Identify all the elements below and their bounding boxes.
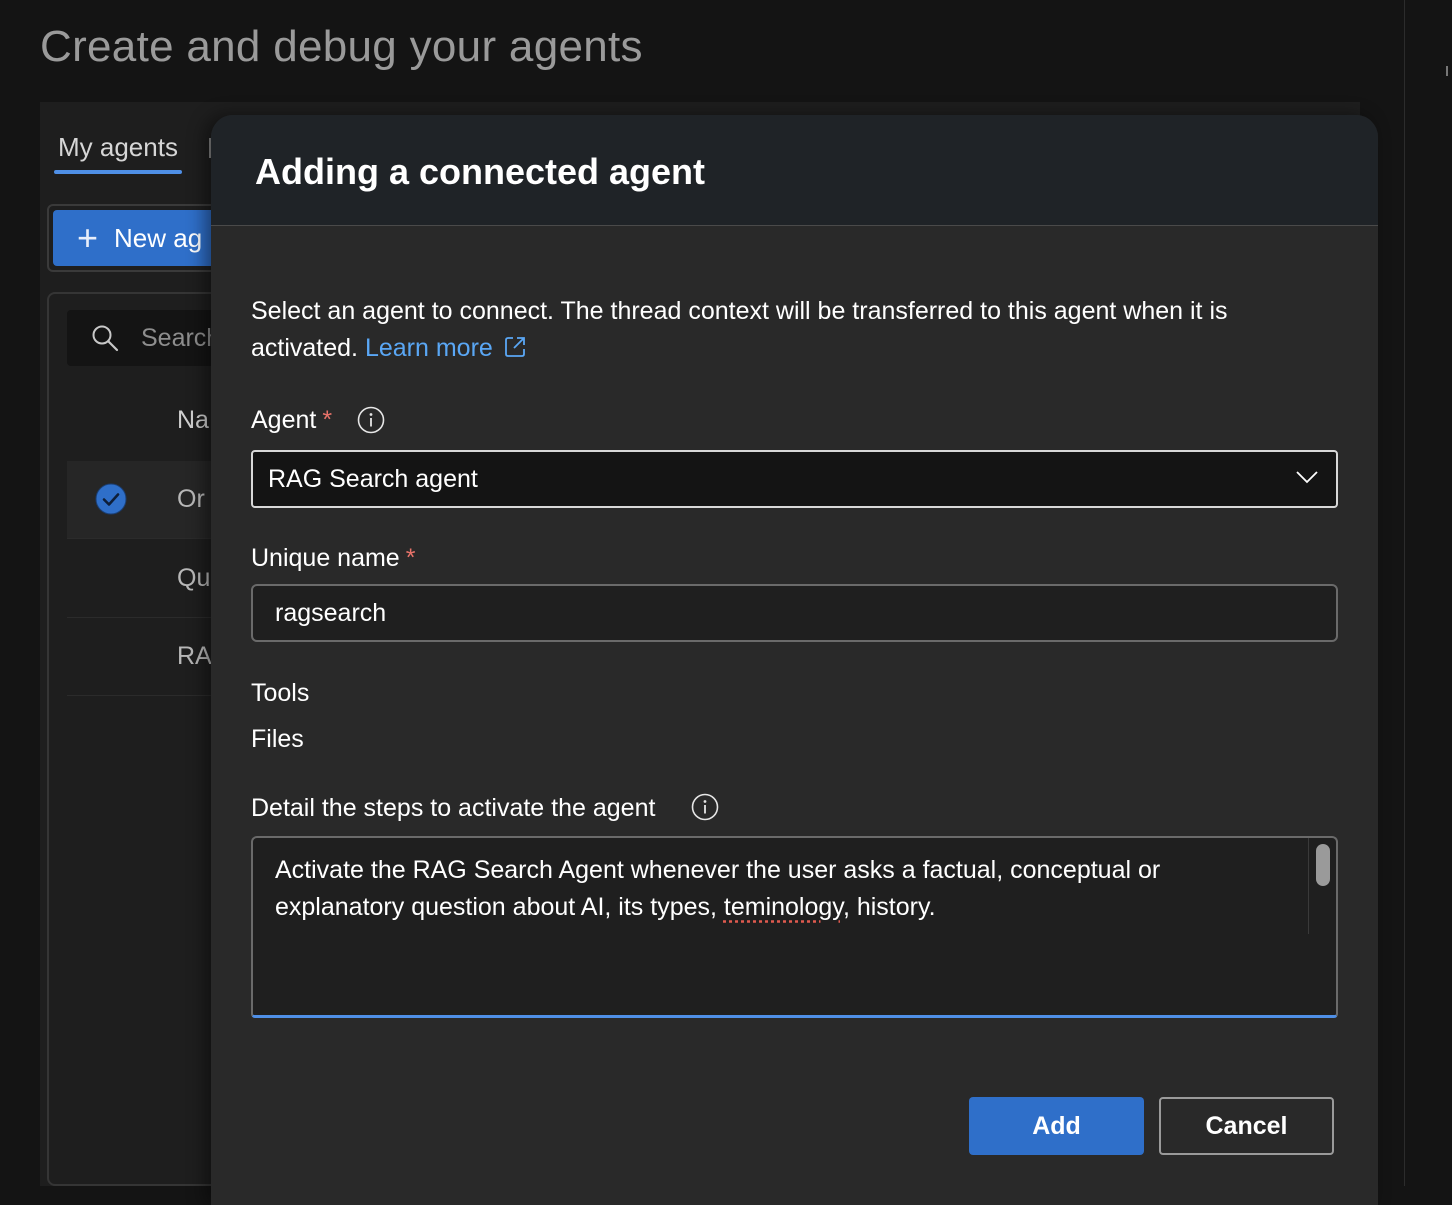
agent-row-name: Qu (177, 564, 211, 592)
connected-agent-dialog: Adding a connected agent Select an agent… (211, 115, 1378, 1205)
steps-line-2b: , history. (842, 893, 936, 921)
agent-field-label: Agent * (251, 406, 332, 435)
add-button[interactable]: Add (969, 1097, 1144, 1155)
info-icon[interactable] (691, 793, 719, 821)
unique-name-input[interactable]: ragsearch (251, 584, 1338, 642)
files-label: Files (251, 725, 304, 753)
column-header-name[interactable]: Na (177, 406, 209, 435)
learn-more-label: Learn more (364, 334, 493, 362)
unique-name-label-text: Unique name (251, 544, 400, 572)
edge-glyph (1446, 66, 1452, 76)
plus-icon: + (77, 217, 99, 258)
info-icon[interactable] (357, 406, 385, 434)
steps-line-2a: explanatory question about AI, its types… (275, 893, 724, 921)
agent-dropdown-value: RAG Search agent (268, 464, 478, 493)
activation-steps-text: Activate the RAG Search Agent whenever t… (275, 852, 1285, 934)
agent-row-name: Or (177, 485, 205, 513)
dialog-header: Adding a connected agent (211, 115, 1378, 226)
activation-steps-textarea[interactable]: Activate the RAG Search Agent whenever t… (251, 836, 1338, 1018)
new-agent-label: New ag (114, 222, 203, 253)
search-icon (92, 325, 119, 352)
required-marker: * (405, 544, 416, 572)
right-divider (1404, 0, 1405, 1186)
tools-label: Tools (251, 679, 310, 707)
tab-active-indicator (54, 170, 182, 174)
agent-dropdown[interactable]: RAG Search agent (251, 450, 1338, 508)
agent-row-name: RA (177, 642, 212, 670)
textarea-scrollbar[interactable] (1308, 838, 1336, 934)
chevron-down-icon (1296, 471, 1318, 484)
unique-name-value: ragsearch (275, 598, 387, 627)
page-title: Create and debug your agents (40, 22, 643, 71)
steps-field-label: Detail the steps to activate the agent (251, 794, 656, 822)
tab-my-agents[interactable]: My agents (58, 132, 178, 163)
checkmark-circle-icon (95, 483, 127, 515)
learn-more-link[interactable]: Learn more (365, 334, 527, 362)
dialog-title: Adding a connected agent (255, 151, 706, 192)
steps-line-1: Activate the RAG Search Agent whenever t… (275, 856, 1161, 884)
cancel-button[interactable]: Cancel (1159, 1097, 1334, 1155)
steps-line-2: explanatory question about AI, its types… (275, 889, 1285, 926)
agent-label-text: Agent (251, 406, 317, 434)
dialog-description: Select an agent to connect. The thread c… (251, 293, 1311, 367)
unique-name-field-label: Unique name * (251, 544, 415, 573)
scrollbar-thumb[interactable] (1316, 844, 1330, 886)
external-link-icon (504, 337, 525, 357)
required-marker: * (322, 406, 333, 434)
misspelled-word: teminology (723, 893, 843, 921)
search-placeholder: Search (141, 323, 221, 352)
